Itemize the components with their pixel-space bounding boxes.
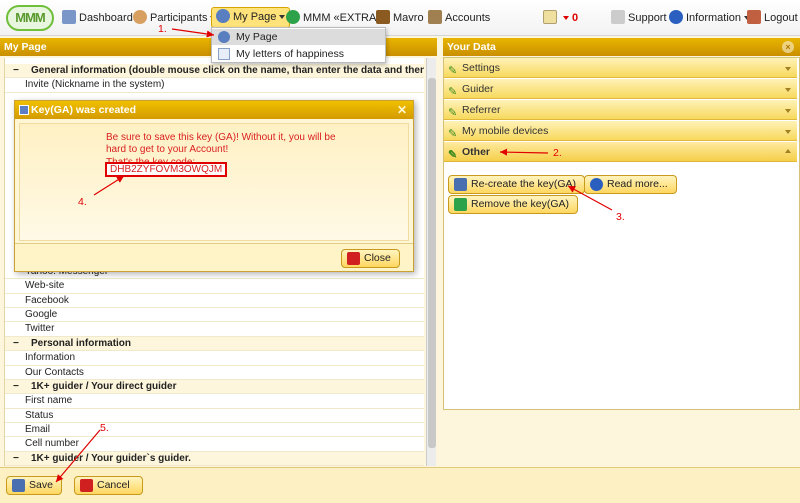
extra-icon bbox=[286, 10, 300, 24]
section-personal-info[interactable]: − Personal information bbox=[5, 336, 424, 352]
collapse-icon[interactable]: − bbox=[13, 337, 23, 350]
users-icon bbox=[133, 10, 147, 24]
info-icon bbox=[669, 10, 683, 24]
support-icon bbox=[611, 10, 625, 24]
accordion-other[interactable]: ✎ Other bbox=[444, 142, 797, 162]
chevron-down-icon bbox=[785, 88, 791, 92]
cancel-icon bbox=[347, 252, 360, 265]
close-icon[interactable]: × bbox=[782, 41, 794, 53]
table-row[interactable]: Email bbox=[5, 423, 424, 438]
scrollbar-thumb[interactable] bbox=[428, 78, 436, 448]
accordion-settings[interactable]: ✎ Settings bbox=[444, 58, 797, 78]
dialog-close-button[interactable]: Close bbox=[341, 249, 400, 268]
dialog-body: Be sure to save this key (GA)! Without i… bbox=[19, 123, 409, 241]
chevron-down-icon bbox=[785, 67, 791, 71]
key-code-value: DHB2ZYFOVM3OWQJM bbox=[105, 162, 228, 177]
annotation-label-5: 5. bbox=[100, 422, 109, 434]
pencil-icon: ✎ bbox=[448, 128, 458, 140]
pencil-icon: ✎ bbox=[448, 65, 458, 77]
read-more-button[interactable]: Read more... bbox=[584, 175, 677, 194]
accounts-icon bbox=[428, 10, 442, 24]
table-row[interactable]: Web-site bbox=[5, 279, 424, 294]
cancel-icon bbox=[80, 479, 93, 492]
table-row[interactable]: First name bbox=[5, 394, 424, 409]
chevron-down-icon bbox=[279, 15, 286, 19]
table-row[interactable]: Google bbox=[5, 308, 424, 323]
table-row[interactable]: Status bbox=[5, 409, 424, 424]
section-general-info[interactable]: − General information (double mouse click… bbox=[5, 64, 424, 79]
dropdown-item-my-page[interactable]: My Page bbox=[212, 29, 385, 45]
user-icon bbox=[218, 31, 230, 43]
annotation-label-2: 2. bbox=[553, 147, 562, 159]
dialog-warning-text: Be sure to save this key (GA)! Without i… bbox=[106, 132, 336, 155]
nav-dashboard[interactable]: Dashboard bbox=[62, 9, 133, 27]
pencil-icon: ✎ bbox=[448, 149, 458, 161]
chevron-up-icon bbox=[785, 149, 791, 153]
section-direct-guider[interactable]: −1K+ guider / Your direct guider bbox=[5, 379, 424, 395]
table-row[interactable]: Invite (Nickname in the system) bbox=[5, 78, 424, 93]
close-icon[interactable]: ✕ bbox=[397, 101, 407, 119]
my-page-dropdown: My Page My letters of happiness bbox=[211, 27, 386, 63]
table-row[interactable]: Cell number bbox=[5, 437, 424, 452]
recreate-key-button[interactable]: Re-create the key(GA) bbox=[448, 175, 586, 194]
pencil-icon: ✎ bbox=[448, 86, 458, 98]
table-row[interactable]: Our Contacts bbox=[5, 366, 424, 380]
nav-mavro[interactable]: Mavro bbox=[376, 9, 424, 27]
nav-support[interactable]: Support bbox=[611, 9, 667, 27]
save-button[interactable]: Save bbox=[6, 476, 62, 495]
nav-my-page[interactable]: My Page bbox=[211, 7, 291, 28]
chevron-down-icon bbox=[785, 130, 791, 134]
accordion-guider[interactable]: ✎ Guider bbox=[444, 79, 797, 99]
annotation-label-1: 1. bbox=[158, 23, 167, 35]
right-panel-title: Your Data × bbox=[443, 38, 800, 56]
chevron-down-icon bbox=[785, 109, 791, 113]
left-panel-scrollbar[interactable] bbox=[426, 58, 436, 466]
save-icon bbox=[19, 105, 29, 115]
accordion-mobile-devices[interactable]: ✎ My mobile devices bbox=[444, 121, 797, 141]
mmm-logo[interactable]: MMM bbox=[6, 5, 54, 31]
save-icon bbox=[12, 479, 25, 492]
collapse-icon[interactable]: − bbox=[13, 380, 23, 393]
nav-information[interactable]: Information bbox=[669, 9, 751, 27]
bottom-action-bar: Save Cancel bbox=[0, 467, 800, 503]
dialog-title-bar: Key(GA) was created ✕ bbox=[15, 101, 413, 119]
user-icon bbox=[216, 9, 230, 23]
nav-messages[interactable]: 0 bbox=[543, 9, 578, 27]
mavro-icon bbox=[376, 10, 390, 24]
info-icon bbox=[590, 178, 603, 191]
pencil-icon: ✎ bbox=[448, 107, 458, 119]
remove-key-button[interactable]: Remove the key(GA) bbox=[448, 195, 579, 214]
table-row[interactable]: Facebook bbox=[5, 294, 424, 308]
nav-mmm-extra[interactable]: MMM «EXTRA» bbox=[286, 9, 382, 27]
mail-icon bbox=[543, 10, 557, 24]
annotation-label-3: 3. bbox=[616, 211, 625, 223]
key-created-dialog: Key(GA) was created ✕ Be sure to save th… bbox=[14, 100, 414, 272]
collapse-icon[interactable]: − bbox=[13, 452, 23, 465]
remove-icon bbox=[454, 198, 467, 211]
chevron-down-icon bbox=[563, 16, 569, 20]
section-guiders-guider[interactable]: −1K+ guider / Your guider`s guider. bbox=[5, 451, 424, 466]
nav-logout[interactable]: Logout bbox=[747, 9, 798, 27]
nav-accounts[interactable]: Accounts bbox=[428, 9, 490, 27]
home-icon bbox=[62, 10, 76, 24]
table-row[interactable]: Twitter bbox=[5, 322, 424, 337]
cancel-button[interactable]: Cancel bbox=[74, 476, 143, 495]
logout-icon bbox=[747, 10, 761, 24]
nav-participants[interactable]: Participants bbox=[133, 9, 217, 27]
dialog-footer: Close bbox=[15, 243, 413, 271]
document-icon bbox=[218, 48, 230, 60]
collapse-icon[interactable]: − bbox=[13, 64, 23, 77]
accordion-referrer[interactable]: ✎ Referrer bbox=[444, 100, 797, 120]
annotation-label-4: 4. bbox=[78, 196, 87, 208]
dropdown-item-letters[interactable]: My letters of happiness bbox=[212, 46, 385, 62]
top-navigation-bar: MMM Dashboard Participants My Page MMM «… bbox=[0, 0, 800, 36]
save-icon bbox=[454, 178, 467, 191]
table-row[interactable]: Information bbox=[5, 351, 424, 366]
